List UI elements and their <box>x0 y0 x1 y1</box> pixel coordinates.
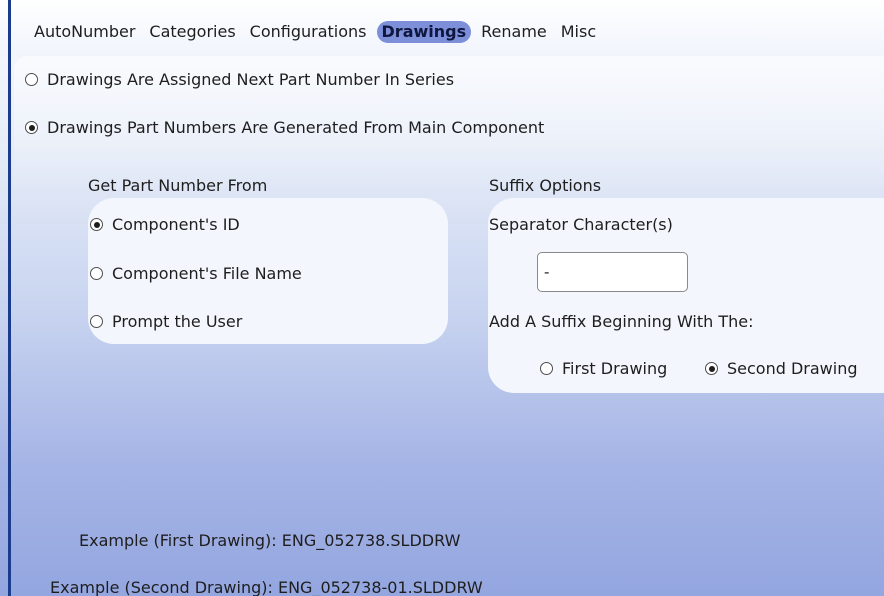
source-option-file-name[interactable]: Component's File Name <box>90 264 302 283</box>
example-first-drawing: Example (First Drawing): ENG_052738.SLDD… <box>79 531 461 550</box>
tab-bar: AutoNumber Categories Configurations Dra… <box>30 18 606 46</box>
drawings-settings-window: AutoNumber Categories Configurations Dra… <box>0 0 884 596</box>
radio-component-id[interactable] <box>90 218 103 231</box>
suffix-begin-label: Add A Suffix Beginning With The: <box>489 312 754 331</box>
radio-from-main-component[interactable] <box>25 121 38 134</box>
option-from-main-component[interactable]: Drawings Part Numbers Are Generated From… <box>25 118 544 137</box>
source-option-prompt-user[interactable]: Prompt the User <box>90 312 242 331</box>
source-option-component-id-label: Component's ID <box>112 215 240 234</box>
suffix-options-heading: Suffix Options <box>489 176 602 195</box>
tab-autonumber[interactable]: AutoNumber <box>30 20 139 44</box>
radio-prompt-user[interactable] <box>90 315 103 328</box>
tab-drawings[interactable]: Drawings <box>376 21 472 43</box>
begin-option-first-drawing-label: First Drawing <box>562 359 668 378</box>
option-next-in-series-label: Drawings Are Assigned Next Part Number I… <box>47 70 455 89</box>
option-next-in-series[interactable]: Drawings Are Assigned Next Part Number I… <box>25 70 454 89</box>
radio-file-name[interactable] <box>90 267 103 280</box>
tab-categories[interactable]: Categories <box>145 20 239 44</box>
begin-option-first-drawing[interactable]: First Drawing <box>540 359 667 378</box>
separator-input[interactable] <box>537 252 688 292</box>
begin-option-second-drawing[interactable]: Second Drawing <box>705 359 858 378</box>
begin-option-second-drawing-label: Second Drawing <box>727 359 858 378</box>
tab-misc[interactable]: Misc <box>557 20 600 44</box>
example-second-drawing: Example (Second Drawing): ENG_052738-01.… <box>50 578 483 596</box>
window-left-border <box>8 0 11 596</box>
radio-second-drawing[interactable] <box>705 362 718 375</box>
option-from-main-component-label: Drawings Part Numbers Are Generated From… <box>47 118 545 137</box>
tab-rename[interactable]: Rename <box>477 20 551 44</box>
radio-first-drawing[interactable] <box>540 362 553 375</box>
source-option-prompt-user-label: Prompt the User <box>112 312 243 331</box>
source-option-file-name-label: Component's File Name <box>112 264 302 283</box>
part-number-source-heading: Get Part Number From <box>88 176 268 195</box>
separator-label: Separator Character(s) <box>489 215 673 234</box>
radio-next-in-series[interactable] <box>25 73 38 86</box>
tab-configurations[interactable]: Configurations <box>246 20 371 44</box>
source-option-component-id[interactable]: Component's ID <box>90 215 240 234</box>
